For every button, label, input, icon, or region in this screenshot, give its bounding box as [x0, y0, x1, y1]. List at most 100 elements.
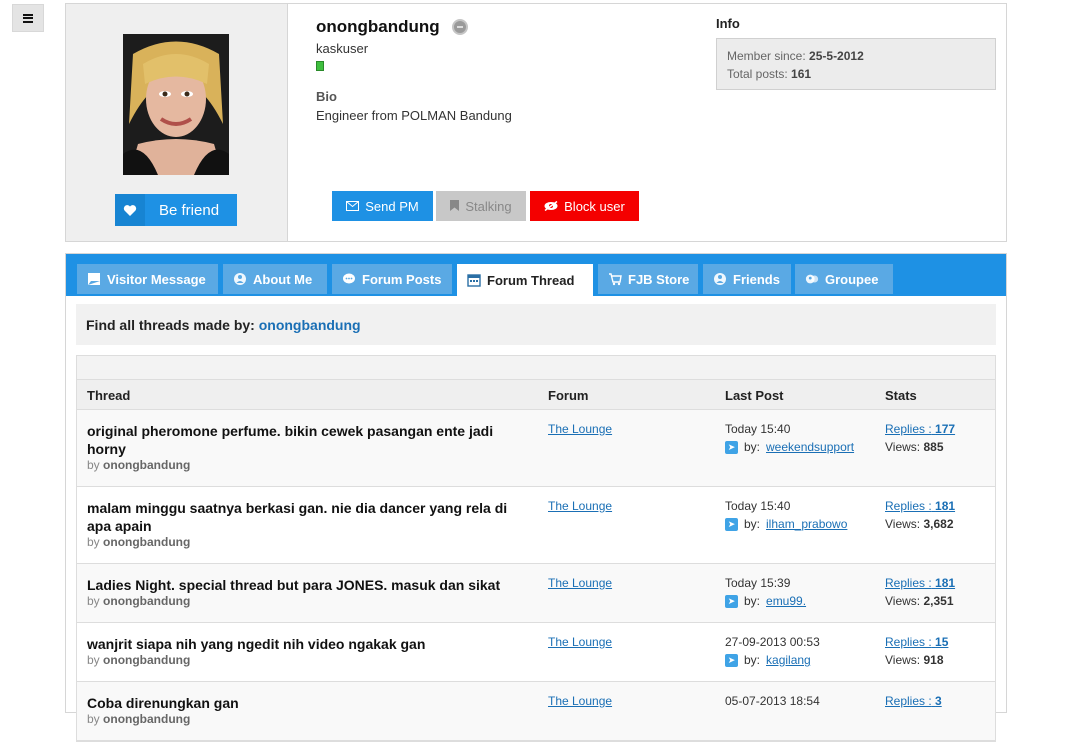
menu-button[interactable]: [12, 4, 44, 32]
last-post-user-link[interactable]: ilham_prabowo: [766, 517, 847, 531]
replies-count: 3: [935, 694, 942, 708]
forum-link[interactable]: The Lounge: [548, 576, 612, 590]
thread-author: by onongbandung: [87, 535, 190, 549]
replies-prefix: Replies :: [885, 635, 932, 649]
views-prefix: Views:: [885, 653, 921, 667]
forum-link[interactable]: The Lounge: [548, 694, 612, 708]
last-post-time: 05-07-2013 18:54: [725, 694, 820, 708]
chat-icon: [342, 272, 356, 286]
profile-card: Be friend onongbandung kaskuser Bio Engi…: [65, 3, 1007, 242]
send-pm-label: Send PM: [365, 198, 419, 214]
tab-label: About Me: [253, 271, 313, 287]
views-prefix: Views:: [885, 440, 921, 454]
thread-title-link[interactable]: original pheromone perfume. bikin cewek …: [87, 422, 532, 458]
replies-count: 15: [935, 635, 949, 649]
author-name[interactable]: onongbandung: [103, 458, 190, 472]
tab-visitor-message[interactable]: Visitor Message: [77, 264, 218, 294]
header-forum: Forum: [548, 388, 589, 403]
last-post-by-prefix: by:: [744, 594, 761, 608]
user-icon: [233, 272, 247, 286]
last-post-time: 27-09-2013 00:53: [725, 635, 820, 649]
find-user-link[interactable]: onongbandung: [259, 317, 361, 333]
thread-author: by onongbandung: [87, 712, 190, 726]
forum-link[interactable]: The Lounge: [548, 499, 612, 513]
user-title: kaskuser: [316, 41, 369, 56]
go-to-post-icon[interactable]: ➤: [725, 517, 738, 531]
total-posts-value: 161: [791, 67, 812, 81]
by-prefix: by: [87, 653, 100, 667]
table-row: malam minggu saatnya berkasi gan. nie di…: [77, 487, 995, 564]
last-post-by-prefix: by:: [744, 653, 761, 667]
forum-link[interactable]: The Lounge: [548, 422, 612, 436]
replies-link[interactable]: Replies : 3: [885, 694, 942, 708]
stalking-button[interactable]: Stalking: [436, 191, 526, 221]
thread-title-link[interactable]: malam minggu saatnya berkasi gan. nie di…: [87, 499, 532, 535]
heart-icon: [115, 194, 145, 226]
table-row: Coba direnungkan gan by onongbandung The L…: [77, 682, 995, 741]
tab-friends[interactable]: Friends: [703, 264, 791, 294]
username-row: onongbandung: [316, 17, 468, 37]
avatar-column: Be friend: [66, 4, 288, 241]
tab-forum-posts[interactable]: Forum Posts: [332, 264, 452, 294]
replies-prefix: Replies :: [885, 694, 932, 708]
replies-count: 181: [935, 576, 956, 590]
thread-author: by onongbandung: [87, 458, 190, 472]
author-name[interactable]: onongbandung: [103, 712, 190, 726]
find-threads-box: Find all threads made by: onongbandung: [76, 304, 996, 345]
envelope-icon: [346, 199, 360, 214]
tab-about-me[interactable]: About Me: [223, 264, 327, 294]
table-body: original pheromone perfume. bikin cewek …: [77, 410, 995, 741]
forum-link[interactable]: The Lounge: [548, 635, 612, 649]
replies-prefix: Replies :: [885, 499, 932, 513]
thread-title-link[interactable]: wanjrit siapa nih yang ngedit nih video …: [87, 635, 532, 653]
header-last-post: Last Post: [725, 388, 784, 403]
go-to-post-icon[interactable]: ➤: [725, 594, 738, 608]
author-name[interactable]: onongbandung: [103, 535, 190, 549]
last-post-user-link[interactable]: emu99.: [766, 594, 806, 608]
last-post-user-link[interactable]: kagilang: [766, 653, 811, 667]
replies-link[interactable]: Replies : 181: [885, 576, 955, 590]
offline-status-icon: [451, 19, 468, 35]
thread-title-link[interactable]: Ladies Night. special thread but para JO…: [87, 576, 532, 594]
go-to-post-icon[interactable]: ➤: [725, 440, 738, 454]
header-stats: Stats: [885, 388, 917, 403]
avatar[interactable]: [123, 34, 229, 175]
views-count: Views: 885: [885, 440, 944, 454]
last-post-by: ➤ by: weekendsupport: [725, 440, 854, 454]
replies-link[interactable]: Replies : 15: [885, 635, 948, 649]
views-count: Views: 2,351: [885, 594, 954, 608]
tab-groupee[interactable]: Groupee: [795, 264, 893, 294]
user-icon: [713, 272, 727, 286]
tab-forum-thread[interactable]: Forum Thread: [457, 264, 593, 296]
author-name[interactable]: onongbandung: [103, 653, 190, 667]
tab-fjb-store[interactable]: FJB Store: [598, 264, 698, 294]
header-thread: Thread: [87, 388, 131, 403]
last-post-user-link[interactable]: weekendsupport: [766, 440, 854, 454]
tab-label: Friends: [733, 271, 780, 287]
member-since-value: 25-5-2012: [809, 49, 864, 63]
member-since-label: Member since:: [727, 49, 806, 63]
author-name[interactable]: onongbandung: [103, 594, 190, 608]
be-friend-button[interactable]: Be friend: [115, 194, 237, 226]
views-prefix: Views:: [885, 517, 921, 531]
views-prefix: Views:: [885, 594, 921, 608]
views-value: 2,351: [923, 594, 954, 608]
replies-link[interactable]: Replies : 181: [885, 499, 955, 513]
message-icon: [87, 272, 101, 286]
tab-bar: Visitor Message About Me Forum Posts For…: [66, 254, 1006, 296]
views-value: 885: [923, 440, 944, 454]
thread-title-link[interactable]: Coba direnungkan gan: [87, 694, 532, 712]
send-pm-button[interactable]: Send PM: [332, 191, 433, 221]
last-post-by-prefix: by:: [744, 440, 761, 454]
replies-prefix: Replies :: [885, 576, 932, 590]
table-row: Ladies Night. special thread but para JO…: [77, 564, 995, 623]
profile-tabs-panel: Visitor Message About Me Forum Posts For…: [65, 253, 1007, 742]
replies-link[interactable]: Replies : 177: [885, 422, 955, 436]
tab-label: Forum Posts: [362, 271, 442, 287]
be-friend-label: Be friend: [159, 201, 220, 219]
block-user-button[interactable]: Block user: [530, 191, 639, 221]
thread-author: by onongbandung: [87, 653, 190, 667]
go-to-post-icon[interactable]: ➤: [725, 653, 738, 667]
table-row: original pheromone perfume. bikin cewek …: [77, 410, 995, 487]
by-prefix: by: [87, 594, 100, 608]
